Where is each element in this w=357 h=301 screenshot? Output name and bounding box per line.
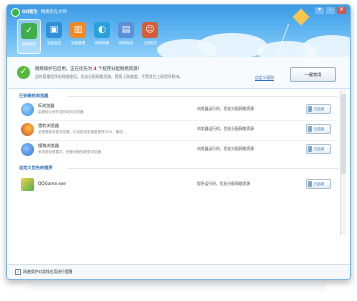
tab-1[interactable]: ▣ 流量监控: [43, 19, 65, 52]
disable-all-button[interactable]: 一键禁用: [290, 67, 336, 82]
app-subtitle: 网络优先大师: [40, 10, 67, 15]
tab-bar: ✓ 网速保护 ▣ 流量监控 ▥ 流量管理 ◐ 网络测速 ▤ 网络测试 ☺ 上网医…: [17, 19, 161, 54]
divider: [21, 120, 336, 121]
shield-icon: ✓: [21, 23, 37, 39]
app-description: 全球首款双核浏览器，比传统浏览速度更快30%，集成...: [38, 130, 127, 134]
divider: [67, 168, 338, 169]
list-item: 猎豹浏览器 全球首款双核浏览器，比传统浏览速度更快30%，集成... 浏览器运行…: [21, 122, 341, 141]
test-icon: ▤: [118, 22, 134, 38]
status-headline: 网络保护已启用，正在优先为 4 个程序分配网络资源！: [35, 66, 142, 72]
status-description: 适时管理程序的网络使用，优化分配网络资源，提高上网速度，不受其它上网程序影响。: [35, 74, 184, 79]
app-title: QQ医生: [22, 10, 38, 15]
toggle-knob: [308, 126, 312, 132]
list-item: IE浏览器 由微软公司开发的网页浏览器 浏览器运行时，优化分配网络资源 已启用: [21, 102, 341, 121]
firefox-icon: [21, 123, 34, 136]
app-status: 浏览器运行时，优化分配网络资源: [197, 126, 254, 131]
scrollbar-thumb[interactable]: [341, 94, 346, 174]
tab-label: 网络测试: [118, 41, 134, 45]
main-window: QQ医生 网络优先大师 ▾ – × ✓ 网速保护 ▣ 流量监控 ▥ 流量管理 ◐…: [6, 4, 351, 280]
list-item: QQGame.exe 程序运行时，优化分配网络资源 已启用: [21, 177, 341, 196]
section-title-browsers: 已安装的浏览器: [19, 93, 49, 98]
toggle-label: 已启用: [314, 147, 325, 151]
toggle-knob: [308, 181, 312, 187]
enable-toggle[interactable]: 已启用: [306, 144, 331, 154]
tab-label: 流量监控: [46, 41, 62, 45]
tab-label: 网速保护: [21, 42, 37, 46]
window-controls: ▾ – ×: [315, 7, 346, 14]
tab-label: 网络测速: [94, 41, 110, 45]
enable-toggle[interactable]: 已启用: [306, 179, 331, 189]
section-title-custom: 自定义优先的程序: [19, 165, 53, 170]
toggle-knob: [308, 146, 312, 152]
title-bar: QQ医生 网络优先大师: [11, 7, 67, 17]
tab-label: 上网医生: [142, 41, 158, 45]
content-area: ✓ 网络保护已启用，正在优先为 4 个程序分配网络资源！ 适时管理程序的网络使用…: [7, 57, 350, 279]
custom-rules-link[interactable]: 自定义规则: [255, 75, 274, 81]
app-name: 猎豹浏览器: [38, 123, 59, 128]
status-suffix: 个程序分配网络资源！: [97, 67, 142, 72]
ie-icon: [21, 103, 34, 116]
status-count: 4: [93, 67, 97, 72]
status-panel: ✓ 网络保护已启用，正在优先为 4 个程序分配网络资源！ 适时管理程序的网络使用…: [7, 57, 350, 89]
game-reminder-label: 网速保护对游戏应用进行提醒: [23, 269, 73, 274]
status-prefix: 网络保护已启用，正在优先为: [35, 67, 93, 72]
app-description: 由微软公司开发的网页浏览器: [38, 110, 84, 114]
tab-4[interactable]: ▤ 网络测试: [115, 19, 137, 52]
menu-icon[interactable]: ▾: [315, 7, 324, 14]
footer-bar: ✓ 网速保护对游戏应用进行提醒: [7, 264, 350, 279]
app-description: 采用多标签模式，快速流畅的新型浏览器: [38, 150, 101, 154]
qqgame-icon: [21, 178, 34, 191]
tab-0[interactable]: ✓ 网速保护: [17, 19, 41, 54]
scrollbar[interactable]: [340, 90, 346, 235]
app-name: QQGame.exe: [38, 181, 66, 186]
toggle-label: 已启用: [314, 107, 325, 111]
divider: [21, 140, 336, 141]
sogou-icon: [21, 143, 34, 156]
doctor-icon: ☺: [142, 22, 158, 38]
app-name: IE浏览器: [38, 103, 55, 108]
monitor-icon: ▣: [46, 22, 62, 38]
toggle-label: 已启用: [314, 127, 325, 131]
enable-toggle[interactable]: 已启用: [306, 124, 331, 134]
window-reflection: [30, 282, 326, 294]
tab-5[interactable]: ☺ 上网医生: [139, 19, 161, 52]
minimize-icon[interactable]: –: [326, 7, 335, 14]
enable-toggle[interactable]: 已启用: [306, 104, 331, 114]
speed-icon: ◐: [94, 22, 110, 38]
app-status: 浏览器运行时，优化分配网络资源: [197, 106, 254, 111]
toggle-label: 已启用: [314, 182, 325, 186]
tab-3[interactable]: ◐ 网络测速: [91, 19, 113, 52]
divider: [67, 96, 338, 97]
tab-2[interactable]: ▥ 流量管理: [67, 19, 89, 52]
kite-icon: [292, 8, 310, 26]
check-icon: ✓: [17, 66, 30, 79]
list-item: 搜狗浏览器 采用多标签模式，快速流畅的新型浏览器 浏览器运行时，优化分配网络资源…: [21, 142, 341, 161]
app-logo-icon: [11, 7, 20, 17]
header-banner: QQ医生 网络优先大师 ▾ – × ✓ 网速保护 ▣ 流量监控 ▥ 流量管理 ◐…: [7, 5, 350, 57]
app-status: 浏览器运行时，优化分配网络资源: [197, 146, 254, 151]
toggle-knob: [308, 106, 312, 112]
traffic-icon: ▥: [70, 22, 86, 38]
close-icon[interactable]: ×: [337, 7, 346, 14]
tab-label: 流量管理: [70, 41, 86, 45]
app-name: 搜狗浏览器: [38, 143, 59, 148]
app-status: 程序运行时，优化分配网络资源: [197, 181, 251, 186]
game-reminder-checkbox[interactable]: ✓: [15, 269, 21, 275]
